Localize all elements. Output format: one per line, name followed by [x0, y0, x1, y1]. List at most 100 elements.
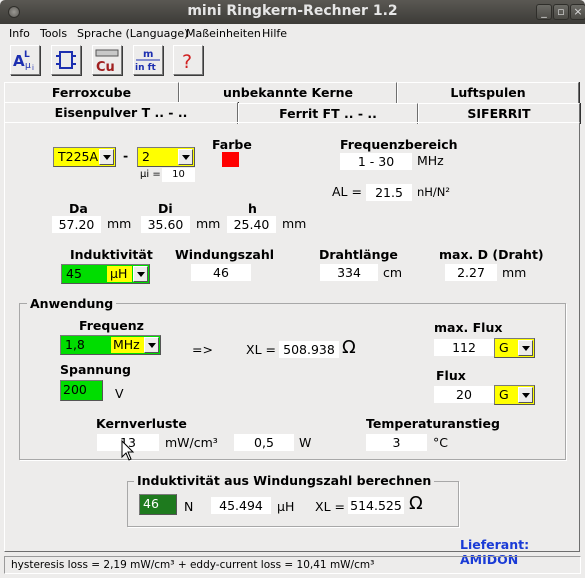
- copper-button[interactable]: Cu: [92, 45, 122, 75]
- maxflux-unit-select[interactable]: G: [494, 338, 535, 358]
- core-separator: -: [123, 148, 129, 163]
- frequenz-unit[interactable]: MHz: [111, 337, 144, 353]
- kernverluste-label: Kernverluste: [96, 416, 187, 431]
- calc-ind-unit: µH: [277, 499, 295, 514]
- induct-value: 45: [66, 266, 82, 281]
- kernverluste-unit: mW/cm³: [165, 435, 218, 450]
- wire-label: Drahtlänge: [319, 247, 398, 262]
- chevron-down-icon[interactable]: [133, 266, 148, 282]
- chevron-down-icon[interactable]: [518, 387, 533, 403]
- tab-luftspulen[interactable]: Luftspulen: [397, 82, 579, 103]
- calc-title: Induktivität aus Windungszahl berechnen: [134, 473, 435, 488]
- spannung-unit: V: [115, 386, 124, 401]
- anwendung-title: Anwendung: [27, 296, 117, 311]
- maxd-unit: mm: [502, 265, 527, 280]
- svg-text:Cu: Cu: [96, 60, 115, 74]
- di-unit: mm: [196, 216, 221, 231]
- coil-button[interactable]: [51, 45, 81, 75]
- h-unit: mm: [282, 216, 307, 231]
- calc-xl-label: XL =: [315, 499, 345, 514]
- menu-tools[interactable]: Tools: [40, 27, 67, 40]
- calc-n-input[interactable]: 46: [139, 494, 177, 515]
- menu-info[interactable]: Info: [9, 27, 30, 40]
- ohm-icon: Ω: [409, 493, 423, 514]
- frequenz-value: 1,8: [65, 337, 85, 352]
- maximize-button[interactable]: ▫: [553, 4, 569, 20]
- frequenz-input[interactable]: 1,8 MHz: [60, 335, 161, 355]
- al-label: AL =: [332, 184, 362, 199]
- svg-text:i: i: [32, 64, 34, 72]
- mu-label: µi =: [140, 169, 161, 180]
- windings-label: Windungszahl: [175, 247, 274, 262]
- minimize-button[interactable]: _: [536, 4, 552, 20]
- chevron-down-icon[interactable]: [518, 340, 533, 356]
- wire-value: 334: [320, 264, 378, 281]
- units-icon: m in ft: [135, 49, 160, 73]
- windings-value: 46: [191, 264, 251, 281]
- flux-value: 20: [434, 386, 494, 403]
- calc-xl-value: 514.525: [348, 497, 404, 514]
- induct-label: Induktivität: [70, 247, 153, 262]
- window-title: mini Ringkern-Rechner 1.2: [187, 3, 398, 19]
- help-button[interactable]: ?: [173, 45, 203, 75]
- maxflux-value: 112: [434, 339, 494, 356]
- core-mix-select[interactable]: 2: [137, 147, 195, 167]
- da-value: 57.20: [52, 216, 101, 233]
- al-calc-button[interactable]: A L μ i: [10, 45, 40, 75]
- al-mu-icon: A L μ i: [13, 50, 34, 72]
- temp-value: 3: [366, 434, 427, 451]
- close-button[interactable]: ×: [570, 4, 585, 20]
- xl-value: 508.938: [279, 341, 339, 358]
- arrow-symbol: =>: [192, 342, 213, 357]
- status-bar: hysteresis loss = 2,19 mW/cm³ + eddy-cur…: [4, 556, 581, 574]
- svg-text:μ: μ: [25, 61, 31, 71]
- watt-unit: W: [299, 435, 312, 450]
- mouse-pointer-icon: [121, 440, 135, 461]
- chevron-down-icon[interactable]: [178, 149, 193, 165]
- induct-unit[interactable]: µH: [107, 266, 132, 282]
- tab-siferrit[interactable]: SIFERRIT: [418, 103, 580, 124]
- svg-text:L: L: [24, 50, 30, 60]
- da-label: Da: [69, 201, 88, 216]
- core-mix-value: 2: [142, 149, 150, 164]
- maxd-value: 2.27: [445, 264, 497, 281]
- chevron-down-icon[interactable]: [144, 337, 159, 353]
- coil-icon: [56, 51, 76, 69]
- maxflux-unit: G: [499, 340, 509, 355]
- h-value: 25.40: [227, 216, 276, 233]
- flux-unit-select[interactable]: G: [494, 385, 535, 405]
- tab-eisenpulver[interactable]: Eisenpulver T .. - ..: [4, 102, 238, 124]
- di-value: 35.60: [141, 216, 190, 233]
- da-unit: mm: [107, 216, 132, 231]
- core-type-value: T225A: [58, 149, 99, 164]
- induct-input[interactable]: 45 µH: [61, 264, 150, 284]
- maxflux-label: max. Flux: [434, 320, 503, 335]
- flux-label: Flux: [436, 368, 466, 383]
- frequenz-label: Frequenz: [79, 318, 144, 333]
- flux-unit: G: [499, 387, 509, 402]
- copper-icon: Cu: [95, 49, 119, 75]
- watt-value: 0,5: [234, 434, 294, 451]
- farbe-label: Farbe: [212, 137, 252, 152]
- al-value: 21.5: [366, 184, 412, 201]
- question-icon: ?: [182, 51, 192, 73]
- xl-label: XL =: [246, 342, 276, 357]
- tab-ferrit-ft[interactable]: Ferrit FT .. - ..: [238, 103, 418, 124]
- wire-unit: cm: [383, 265, 403, 280]
- core-color-swatch: [222, 152, 239, 167]
- maxd-label: max. D (Draht): [439, 247, 544, 262]
- units-button[interactable]: m in ft: [133, 45, 163, 75]
- tab-ferroxcube[interactable]: Ferroxcube: [4, 82, 179, 103]
- menu-language[interactable]: Sprache (Language): [77, 27, 188, 40]
- al-unit: nH/N²: [417, 185, 451, 199]
- spannung-input[interactable]: 200: [60, 380, 103, 401]
- menu-units[interactable]: Maßeinheiten: [186, 27, 261, 40]
- core-type-select[interactable]: T225A: [53, 147, 116, 167]
- mu-value: 10: [162, 168, 195, 182]
- svg-text:?: ?: [182, 51, 192, 73]
- temp-unit: °C: [433, 435, 448, 450]
- calc-n-unit: N: [184, 499, 194, 514]
- tab-unbekannte-kerne[interactable]: unbekannte Kerne: [179, 82, 397, 103]
- chevron-down-icon[interactable]: [99, 149, 114, 165]
- menu-help[interactable]: Hilfe: [262, 27, 287, 40]
